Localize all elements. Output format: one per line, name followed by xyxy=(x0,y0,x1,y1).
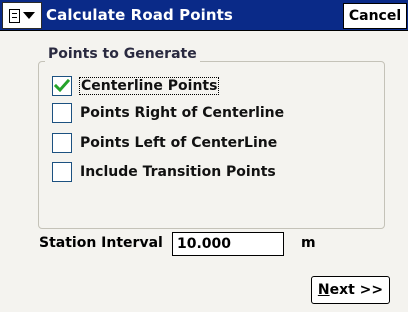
cancel-button[interactable]: Cancel xyxy=(343,3,407,29)
checkmark-icon xyxy=(54,79,70,93)
document-icon xyxy=(9,8,20,23)
dropdown-arrow-icon xyxy=(23,12,35,19)
window-title: Calculate Road Points xyxy=(46,6,233,24)
checkbox-points-right[interactable] xyxy=(52,103,72,123)
group-legend: Points to Generate xyxy=(45,46,200,62)
checkbox-row-points-left[interactable]: Points Left of CenterLine xyxy=(52,133,277,153)
checkbox-row-transition-points[interactable]: Include Transition Points xyxy=(52,162,276,182)
station-interval-input[interactable]: 10.000 xyxy=(172,232,284,256)
checkbox-row-points-right[interactable]: Points Right of Centerline xyxy=(52,103,284,123)
next-label: ext >> xyxy=(329,282,384,298)
next-button[interactable]: Next >> xyxy=(311,276,390,304)
title-bar: Calculate Road Points Cancel xyxy=(0,0,408,31)
checkbox-transition-points[interactable] xyxy=(52,162,72,182)
checkbox-label: Include Transition Points xyxy=(80,164,276,180)
next-mnemonic: N xyxy=(317,282,330,298)
station-interval-unit: m xyxy=(301,235,316,251)
checkbox-points-left[interactable] xyxy=(52,133,72,153)
station-interval-label: Station Interval xyxy=(39,235,163,251)
checkbox-row-centerline-points[interactable]: Centerline Points xyxy=(52,76,220,96)
window-menu-button[interactable] xyxy=(2,2,42,29)
checkbox-label: Points Right of Centerline xyxy=(80,105,285,121)
checkbox-centerline-points[interactable] xyxy=(52,76,72,96)
checkbox-label: Points Left of CenterLine xyxy=(80,135,278,151)
checkbox-label: Centerline Points xyxy=(78,77,220,95)
